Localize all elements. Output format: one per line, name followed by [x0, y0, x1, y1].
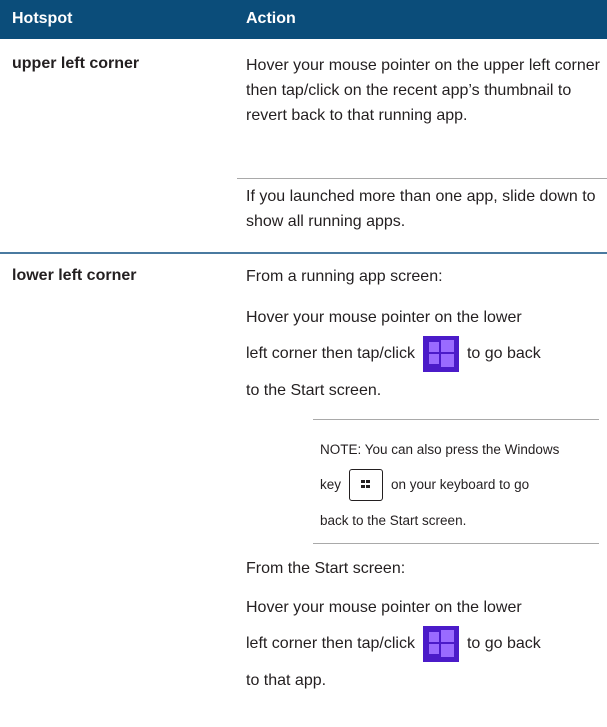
hover-text-part: left corner then tap/click: [246, 345, 415, 362]
action-upper-left-1: Hover your mouse pointer on the upper le…: [246, 57, 600, 124]
hover-text-line: left corner then tap/click to go back: [246, 335, 604, 373]
note-line: back to the Start screen.: [320, 513, 467, 528]
hover-text-line: to the Start screen.: [246, 382, 382, 399]
note-line: key on your keyboard to go: [320, 467, 600, 503]
header-hotspot: Hotspot: [12, 10, 73, 27]
action-lower-left: From a running app screen: Hover your mo…: [246, 259, 604, 408]
from-running-app-text: From a running app screen:: [246, 268, 443, 285]
note-text-part: on your keyboard to go: [391, 477, 530, 492]
hover-text-line: left corner then tap/click to go back: [246, 625, 604, 663]
hotspot-lower-left: lower left corner: [12, 267, 137, 284]
note-line: NOTE: You can also press the Windows: [320, 442, 560, 457]
row-separator: [0, 252, 607, 254]
row-divider: [237, 178, 607, 179]
windows-logo-icon: [422, 335, 459, 372]
hover-text-part: to go back: [466, 635, 541, 652]
header-action: Action: [246, 10, 296, 27]
hotspot-upper-left: upper left corner: [12, 55, 140, 72]
from-start-text: From the Start screen:: [246, 560, 406, 577]
note-block: NOTE: You can also press the Windows key…: [320, 432, 600, 538]
windows-key-icon: [349, 469, 384, 502]
table-header: Hotspot Action: [0, 0, 607, 39]
hover-text-part: left corner then tap/click: [246, 635, 415, 652]
note-top-rule: [313, 419, 599, 420]
hover-text-line: Hover your mouse pointer on the lower: [246, 599, 522, 616]
action-lower-left-start: From the Start screen: Hover your mouse …: [246, 551, 604, 698]
hover-text-part: to go back: [466, 345, 541, 362]
hover-text-line: Hover your mouse pointer on the lower: [246, 309, 522, 326]
windows-logo-icon: [422, 625, 459, 662]
note-text-part: key: [320, 477, 342, 492]
action-upper-left-2: If you launched more than one app, slide…: [246, 188, 596, 230]
hover-text-line: to that app.: [246, 672, 327, 689]
note-bottom-rule: [313, 543, 599, 544]
